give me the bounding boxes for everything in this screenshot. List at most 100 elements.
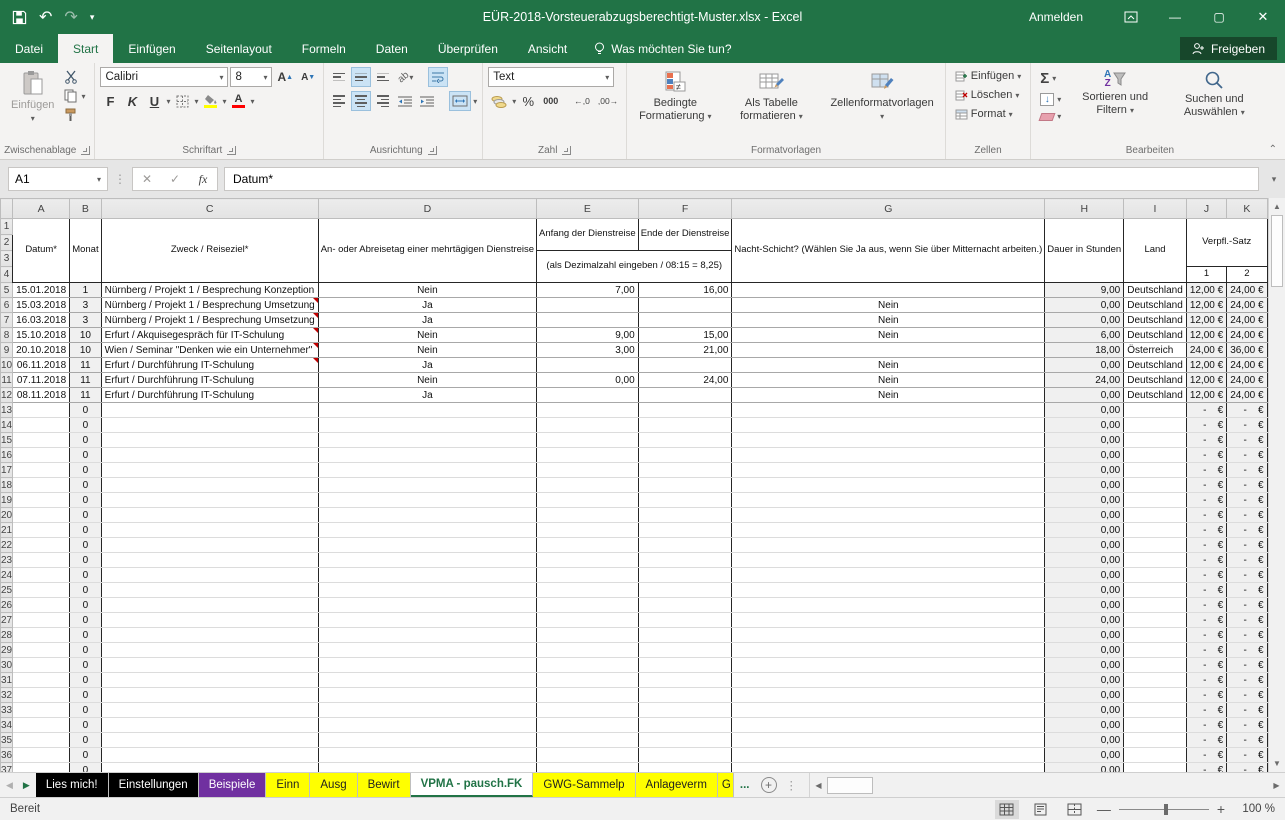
cell-C18[interactable] [101,478,318,493]
font-size-combo[interactable]: 8▾ [230,67,272,87]
find-select-button[interactable]: Suchen und Auswählen ▾ [1165,67,1264,122]
cell-F24[interactable] [638,568,732,583]
new-sheet-button[interactable]: + [756,773,782,797]
cell-B35[interactable]: 0 [70,733,101,748]
cell-D24[interactable] [318,568,536,583]
cell-A21[interactable] [13,523,70,538]
cell-E15[interactable] [537,433,639,448]
row-header-18[interactable]: 18 [1,478,13,493]
cell-K22[interactable]: - € [1227,538,1267,553]
cell-D23[interactable] [318,553,536,568]
row-header-28[interactable]: 28 [1,628,13,643]
cell-K21[interactable]: - € [1227,523,1267,538]
cell-F23[interactable] [638,553,732,568]
cell-F14[interactable] [638,418,732,433]
cell-F26[interactable] [638,598,732,613]
cell-K24[interactable]: - € [1227,568,1267,583]
cell-E37[interactable] [537,763,639,773]
cell-B36[interactable]: 0 [70,748,101,763]
cell-E13[interactable] [537,403,639,418]
decrease-decimal-icon[interactable]: ,00→ [595,91,621,111]
cell-B30[interactable]: 0 [70,658,101,673]
cell-B33[interactable]: 0 [70,703,101,718]
cell-I10[interactable]: Deutschland [1124,358,1187,373]
cell-H7[interactable]: 0,00 [1045,313,1124,328]
cell-G26[interactable] [732,598,1045,613]
cell-G10[interactable]: Nein [732,358,1045,373]
cell-A15[interactable] [13,433,70,448]
cell-D11[interactable]: Nein [318,373,536,388]
cell-F32[interactable] [638,688,732,703]
cell-A23[interactable] [13,553,70,568]
cell-J6[interactable]: 12,00 € [1186,298,1226,313]
row-header-25[interactable]: 25 [1,583,13,598]
cell-F18[interactable] [638,478,732,493]
cell-B14[interactable]: 0 [70,418,101,433]
accounting-format-icon[interactable] [488,91,510,111]
cell-H9[interactable]: 18,00 [1045,343,1124,358]
column-header-K[interactable]: K [1227,199,1267,219]
cell-C23[interactable] [101,553,318,568]
cell-F21[interactable] [638,523,732,538]
cell-H35[interactable]: 0,00 [1045,733,1124,748]
cell-J27[interactable]: - € [1186,613,1226,628]
fill-down-icon[interactable]: ↓▾ [1038,92,1063,107]
column-header-E[interactable]: E [537,199,639,219]
row-header-35[interactable]: 35 [1,733,13,748]
cell-J18[interactable]: - € [1186,478,1226,493]
row-header-23[interactable]: 23 [1,553,13,568]
cell-I12[interactable]: Deutschland [1124,388,1187,403]
cell-J24[interactable]: - € [1186,568,1226,583]
cell-D31[interactable] [318,673,536,688]
cell-A18[interactable] [13,478,70,493]
format-cells-button[interactable]: Format▾ [953,107,1023,121]
cell-C21[interactable] [101,523,318,538]
cell-J28[interactable]: - € [1186,628,1226,643]
normal-view-icon[interactable] [995,800,1019,819]
cell-A26[interactable] [13,598,70,613]
cell-I25[interactable] [1124,583,1187,598]
cell-C6[interactable]: Nürnberg / Projekt 1 / Besprechung Umset… [101,298,318,313]
cell-I15[interactable] [1124,433,1187,448]
cell-D26[interactable] [318,598,536,613]
cell-J9[interactable]: 24,00 € [1186,343,1226,358]
cell-J35[interactable]: - € [1186,733,1226,748]
cell-G8[interactable]: Nein [732,328,1045,343]
cell-B10[interactable]: 11 [70,358,101,373]
cell-A28[interactable] [13,628,70,643]
cell-B34[interactable]: 0 [70,718,101,733]
sheet-tab-anlageverm[interactable]: Anlageverm [636,773,718,797]
cell-K13[interactable]: - € [1227,403,1267,418]
row-header-30[interactable]: 30 [1,658,13,673]
cell-I36[interactable] [1124,748,1187,763]
more-sheets-indicator[interactable]: ... [734,773,756,797]
cell-F35[interactable] [638,733,732,748]
cell-C32[interactable] [101,688,318,703]
row-header-10[interactable]: 10 [1,358,13,373]
cell-E7[interactable] [537,313,639,328]
cell-H14[interactable]: 0,00 [1045,418,1124,433]
cut-icon[interactable] [62,69,87,85]
cell-E8[interactable]: 9,00 [537,328,639,343]
percent-style-icon[interactable]: % [518,91,538,111]
cell-E24[interactable] [537,568,639,583]
cell-K7[interactable]: 24,00 € [1227,313,1267,328]
horizontal-scroll-thumb[interactable] [827,777,873,794]
cell-A31[interactable] [13,673,70,688]
cell-K10[interactable]: 24,00 € [1227,358,1267,373]
row-header-12[interactable]: 12 [1,388,13,403]
cell-C12[interactable]: Erfurt / Durchführung IT-Schulung [101,388,318,403]
cell-J21[interactable]: - € [1186,523,1226,538]
cell-K35[interactable]: - € [1227,733,1267,748]
cell-I30[interactable] [1124,658,1187,673]
cell-B16[interactable]: 0 [70,448,101,463]
cell-C36[interactable] [101,748,318,763]
cell-I17[interactable] [1124,463,1187,478]
cell-J8[interactable]: 12,00 € [1186,328,1226,343]
tab-start[interactable]: Start [58,34,113,63]
maximize-button[interactable]: ▢ [1197,0,1241,34]
clipboard-dialog-launcher[interactable] [81,146,90,155]
cell-I24[interactable] [1124,568,1187,583]
cell-F22[interactable] [638,538,732,553]
cell-E29[interactable] [537,643,639,658]
